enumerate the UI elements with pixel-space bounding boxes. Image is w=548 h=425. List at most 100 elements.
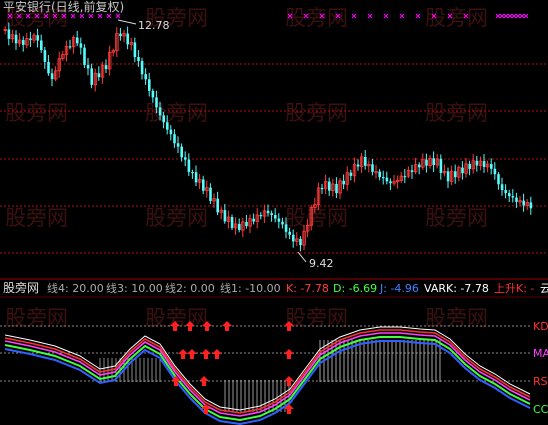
up-arrow-icon	[199, 376, 209, 386]
watermark-text: 股旁网	[425, 101, 488, 125]
candle-body	[490, 164, 493, 169]
candle-body	[29, 38, 32, 41]
candle-body	[378, 171, 381, 178]
candle-body	[173, 134, 176, 144]
candle-body	[299, 238, 302, 246]
label-rs: RS	[533, 375, 548, 388]
up-arrows	[170, 321, 294, 414]
candle-body	[194, 172, 198, 183]
candle-body	[140, 61, 144, 75]
value-rise-k: 上升K: -	[494, 282, 535, 295]
candle-body	[90, 68, 93, 85]
candle-body	[216, 198, 219, 213]
candle-body	[425, 159, 428, 166]
candle-body	[328, 181, 331, 191]
candle-body	[385, 177, 389, 182]
candle-body	[238, 223, 241, 231]
stock-chart-window: { "main_chart": { "title": "平安银行(日线,前复权)…	[0, 0, 548, 425]
candle-body	[252, 218, 255, 222]
candle-body	[342, 180, 345, 185]
param-line3: 线3: 10.00	[106, 282, 163, 295]
candle-body	[320, 187, 324, 190]
candle-body	[382, 177, 385, 179]
candle-body	[277, 218, 281, 222]
high-price-label: 12.78	[138, 19, 170, 32]
watermark-text: 股旁网	[285, 206, 348, 230]
param-line1: 线1: -10.00	[220, 282, 281, 295]
indicator-logo: 股旁网	[3, 281, 40, 295]
candle-body	[356, 164, 360, 167]
candle-body	[137, 57, 140, 62]
candle-body	[223, 210, 227, 222]
value-vark: VARK: -7.78	[424, 282, 489, 295]
candle-body	[148, 79, 151, 91]
indicator-header: 股旁网 线4: 20.00 线3: 10.00 线2: 0.00 线1: -10…	[0, 280, 548, 296]
candle-body	[86, 64, 90, 69]
candle-body	[439, 158, 443, 173]
chart-title: 平安银行(日线,前复权)	[3, 0, 125, 14]
label-cc: CC	[533, 403, 548, 416]
candle-body	[76, 37, 79, 44]
high-pointer	[117, 19, 137, 25]
value-cloud: 云	[540, 282, 548, 295]
candle-body	[83, 47, 86, 65]
up-arrow-icon	[212, 349, 222, 359]
watermark-text: 股旁网	[5, 206, 68, 230]
up-arrow-icon	[178, 349, 188, 359]
candle-body	[504, 190, 507, 194]
candle-body	[97, 73, 101, 78]
watermark-text: 股旁网	[145, 101, 208, 125]
up-arrow-icon	[284, 349, 294, 359]
candle-body	[47, 61, 50, 74]
candlestick-chart: 股旁网 股旁网 股旁网 股旁网股旁网 股旁网 股旁网 股旁网股旁网 股旁网 股旁网 股旁网股旁网股…	[0, 6, 548, 425]
candle-body	[410, 170, 414, 172]
candle-body	[187, 159, 191, 172]
candle-body	[144, 74, 147, 80]
candle-body	[191, 171, 194, 174]
candle-body	[446, 171, 450, 182]
candle-body	[288, 231, 291, 235]
candle-body	[162, 115, 165, 123]
candle-body	[522, 200, 525, 206]
low-price-label: 9.42	[309, 257, 334, 270]
candle-body	[281, 221, 284, 225]
candle-body	[151, 90, 155, 98]
candle-body	[155, 97, 158, 108]
candle-body	[432, 158, 435, 166]
value-j: J: -4.96	[380, 282, 419, 295]
candle-body	[202, 179, 205, 191]
up-arrow-icon	[284, 376, 294, 386]
candle-body	[22, 40, 25, 45]
watermark-text: 股旁网	[425, 206, 488, 230]
candle-body	[349, 172, 353, 176]
candle-body	[40, 40, 43, 51]
candle-body	[7, 29, 11, 39]
candle-body	[169, 129, 173, 135]
candle-body	[335, 183, 338, 194]
candle-body	[284, 224, 288, 232]
param-line4: 线4: 20.00	[47, 282, 104, 295]
candle-body	[133, 42, 137, 58]
candle-body	[493, 168, 497, 175]
candle-body	[418, 164, 421, 168]
candle-body	[104, 65, 108, 69]
value-k: K: -7.78	[286, 282, 329, 295]
candle-body	[209, 187, 212, 201]
candle-body	[119, 33, 122, 37]
watermark-text: 股旁网	[285, 6, 348, 30]
candle-body	[79, 43, 83, 48]
param-line2: 线2: 0.00	[165, 282, 215, 295]
candle-body	[126, 33, 129, 45]
candle-body	[389, 181, 392, 184]
candle-body	[184, 157, 187, 160]
candle-body	[511, 196, 515, 198]
candle-body	[50, 73, 54, 80]
candle-body	[158, 107, 162, 116]
candle-body	[68, 46, 72, 48]
candle-body	[515, 197, 518, 202]
up-arrow-icon	[201, 349, 211, 359]
candle-body	[270, 213, 273, 216]
candle-body	[497, 174, 500, 185]
candle-body	[14, 34, 18, 44]
label-kd: KD	[533, 320, 548, 333]
